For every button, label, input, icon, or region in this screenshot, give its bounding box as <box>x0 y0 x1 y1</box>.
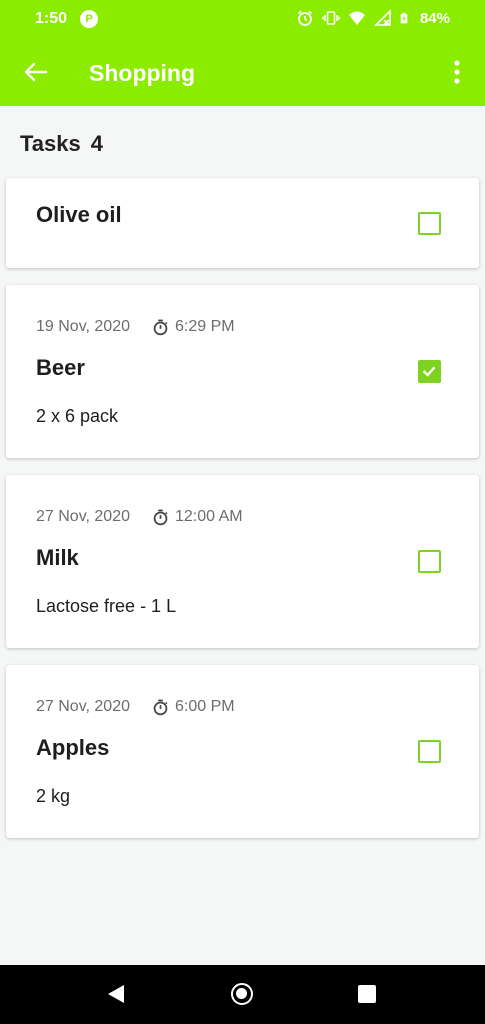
task-name: Olive oil <box>36 202 122 227</box>
task-time: 6:00 PM <box>175 698 235 715</box>
task-meta: 27 Nov, 2020 6:00 PM <box>36 698 235 716</box>
task-date: 27 Nov, 2020 <box>36 508 130 525</box>
battery-percent: 84% <box>419 9 450 27</box>
task-meta: 27 Nov, 2020 12:00 AM <box>36 508 243 526</box>
page-title: Shopping <box>89 60 196 86</box>
timer-icon <box>153 509 168 525</box>
nav-back-icon[interactable] <box>107 984 125 1004</box>
task-checkbox[interactable] <box>418 740 441 763</box>
task-checkbox-checked[interactable] <box>418 360 441 383</box>
task-name: Milk <box>36 545 79 570</box>
task-date: 27 Nov, 2020 <box>36 698 130 715</box>
task-note: Lactose free - 1 L <box>36 596 177 616</box>
task-note: 2 x 6 pack <box>36 406 119 426</box>
nav-home-icon[interactable] <box>231 983 253 1005</box>
task-card-milk[interactable]: 27 Nov, 2020 12:00 AM Milk Lactose free … <box>6 475 479 648</box>
signal-icon <box>374 9 391 26</box>
task-time-group: 12:00 AM <box>152 508 243 526</box>
more-options-icon[interactable] <box>447 58 467 86</box>
status-bar: 1:50 P 84% <box>0 0 485 38</box>
task-time: 12:00 AM <box>175 508 243 525</box>
task-time-group: 6:00 PM <box>152 698 235 716</box>
task-note: 2 kg <box>36 786 71 806</box>
status-time: 1:50 <box>35 10 68 27</box>
app-icon: P <box>80 10 98 28</box>
timer-icon <box>153 319 168 335</box>
task-time-group: 6:29 PM <box>152 318 235 336</box>
task-time: 6:29 PM <box>175 318 235 335</box>
task-checkbox[interactable] <box>418 212 441 235</box>
alarm-icon <box>297 10 313 26</box>
task-name: Apples <box>36 735 110 760</box>
task-date: 19 Nov, 2020 <box>36 318 130 335</box>
vibrate-icon <box>322 11 340 25</box>
tasks-label: Tasks <box>20 131 81 156</box>
task-meta: 19 Nov, 2020 6:29 PM <box>36 318 235 336</box>
tasks-header: Tasks 4 <box>20 131 103 157</box>
system-nav-bar <box>0 965 485 1024</box>
back-arrow-icon[interactable] <box>20 57 50 87</box>
task-card-olive-oil[interactable]: Olive oil <box>6 178 479 268</box>
app-bar: 1:50 P 84% Shopping <box>0 0 485 106</box>
battery-icon <box>400 12 408 24</box>
tasks-count: 4 <box>90 131 103 156</box>
task-card-beer[interactable]: 19 Nov, 2020 6:29 PM Beer 2 x 6 pack <box>6 285 479 458</box>
task-name: Beer <box>36 355 85 380</box>
task-card-apples[interactable]: 27 Nov, 2020 6:00 PM Apples 2 kg <box>6 665 479 838</box>
timer-icon <box>153 699 168 715</box>
nav-recents-icon[interactable] <box>358 985 376 1003</box>
wifi-icon <box>348 11 365 25</box>
task-checkbox[interactable] <box>418 550 441 573</box>
toolbar: Shopping <box>0 38 485 106</box>
status-icons: 84% <box>296 9 450 27</box>
